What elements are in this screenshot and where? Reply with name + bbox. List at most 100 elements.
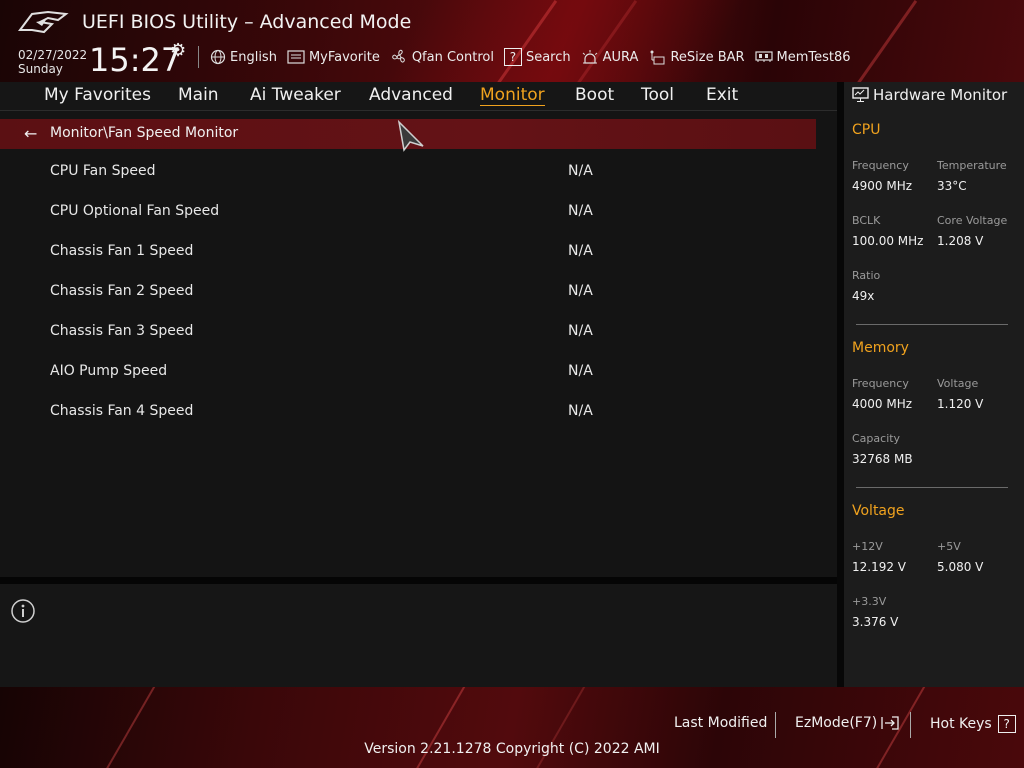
memory-capacity-value: 32768 MB xyxy=(852,452,913,466)
help-panel xyxy=(0,584,837,687)
fan-row-chassis-fan-2[interactable]: Chassis Fan 2 Speed N/A xyxy=(0,271,816,311)
favorite-list-icon xyxy=(287,50,305,64)
voltage-5v-value: 5.080 V xyxy=(937,560,984,574)
monitor-screen-icon xyxy=(852,87,869,102)
cpu-ratio-label: Ratio xyxy=(852,269,881,282)
memtest-button[interactable]: MemTest86 xyxy=(754,49,851,65)
fan-value: N/A xyxy=(568,323,593,339)
last-modified-button[interactable]: Last Modified xyxy=(674,715,767,731)
memory-heading: Memory xyxy=(852,340,909,356)
fan-value: N/A xyxy=(568,243,593,259)
back-arrow-icon[interactable]: ← xyxy=(24,124,37,143)
fan-row-cpu-fan[interactable]: CPU Fan Speed N/A xyxy=(0,151,816,191)
fan-value: N/A xyxy=(568,203,593,219)
qfan-control-button[interactable]: Qfan Control xyxy=(390,48,494,66)
clock-display[interactable]: 15:27 xyxy=(89,40,181,80)
tab-main[interactable]: Main xyxy=(178,85,219,105)
fan-value: N/A xyxy=(568,363,593,379)
cpu-heading: CPU xyxy=(852,122,881,138)
globe-icon xyxy=(210,49,226,65)
tab-monitor[interactable]: Monitor xyxy=(480,85,545,106)
tab-ai-tweaker[interactable]: Ai Tweaker xyxy=(250,85,341,105)
search-label: Search xyxy=(525,49,571,65)
footer-bar: Last Modified EzMode(F7) Hot Keys ? Vers… xyxy=(0,687,1024,768)
aura-label: AURA xyxy=(602,49,639,65)
fan-row-aio-pump[interactable]: AIO Pump Speed N/A xyxy=(0,351,816,391)
cpu-frequency-label: Frequency xyxy=(852,159,909,172)
voltage-5v-label: +5V xyxy=(937,540,961,553)
memory-frequency-label: Frequency xyxy=(852,377,909,390)
fan-value: N/A xyxy=(568,163,593,179)
hot-keys-label: Hot Keys xyxy=(930,716,992,732)
header-bar: UEFI BIOS Utility – Advanced Mode 02/27/… xyxy=(0,0,1024,82)
date-display: 02/27/2022 Sunday xyxy=(18,48,87,76)
fan-name: Chassis Fan 2 Speed xyxy=(50,283,194,299)
language-button[interactable]: English xyxy=(210,49,277,65)
last-modified-label: Last Modified xyxy=(674,715,768,731)
fan-name: AIO Pump Speed xyxy=(50,363,168,379)
resize-bar-button[interactable]: ReSize BAR xyxy=(648,48,745,66)
tab-boot[interactable]: Boot xyxy=(575,85,614,105)
resize-bar-icon xyxy=(650,50,665,65)
memory-frequency-value: 4000 MHz xyxy=(852,397,913,411)
aura-button[interactable]: AURA xyxy=(581,49,639,65)
breadcrumb-label: Monitor\Fan Speed Monitor xyxy=(50,125,239,141)
voltage-33v-label: +3.3V xyxy=(852,595,887,608)
voltage-12v-label: +12V xyxy=(852,540,883,553)
header-decoration xyxy=(485,0,558,82)
fan-name: CPU Optional Fan Speed xyxy=(50,203,220,219)
cpu-temperature-label: Temperature xyxy=(937,159,1007,172)
search-button[interactable]: ? Search xyxy=(503,48,571,66)
memtest-label: MemTest86 xyxy=(776,49,851,65)
fan-row-cpu-optional-fan[interactable]: CPU Optional Fan Speed N/A xyxy=(0,191,816,231)
aura-light-icon xyxy=(582,50,597,64)
tab-advanced[interactable]: Advanced xyxy=(369,85,453,105)
day-text: Sunday xyxy=(18,62,63,76)
exit-to-ezmode-icon xyxy=(881,716,899,730)
footer-separator xyxy=(910,712,911,738)
hw-panel-gap xyxy=(837,82,844,687)
header-decoration xyxy=(845,0,918,82)
myfavorite-button[interactable]: MyFavorite xyxy=(287,50,380,65)
memory-capacity-label: Capacity xyxy=(852,432,901,445)
gear-icon[interactable]: ⚙ xyxy=(170,40,186,61)
main-panel: ← Monitor\Fan Speed Monitor CPU Fan Spee… xyxy=(0,111,837,577)
rog-logo-icon xyxy=(18,10,69,34)
fan-row-chassis-fan-3[interactable]: Chassis Fan 3 Speed N/A xyxy=(0,311,816,351)
fan-row-chassis-fan-4[interactable]: Chassis Fan 4 Speed N/A xyxy=(0,391,816,431)
hw-separator xyxy=(856,487,1008,488)
hot-keys-button[interactable]: Hot Keys ? xyxy=(930,715,1016,733)
language-label: English xyxy=(230,49,277,65)
voltage-33v-value: 3.376 V xyxy=(852,615,899,629)
cpu-bclk-value: 100.00 MHz xyxy=(852,234,924,248)
memory-module-icon xyxy=(754,51,773,62)
fan-icon xyxy=(392,49,405,63)
fan-name: Chassis Fan 1 Speed xyxy=(50,243,194,259)
app-title: UEFI BIOS Utility – Advanced Mode xyxy=(82,11,412,33)
tab-my-favorites[interactable]: My Favorites xyxy=(44,85,151,105)
help-key-icon: ? xyxy=(997,715,1016,733)
version-text: Version 2.21.1278 Copyright (C) 2022 AMI xyxy=(364,741,660,757)
hw-title-text: Hardware Monitor xyxy=(873,86,1008,104)
hw-title: Hardware Monitor xyxy=(852,86,1007,104)
voltage-12v-value: 12.192 V xyxy=(852,560,907,574)
main-nav: My Favorites Main Ai Tweaker Advanced Mo… xyxy=(0,82,837,111)
qfan-label: Qfan Control xyxy=(411,49,494,65)
cpu-temperature-value: 33°C xyxy=(937,179,967,193)
cpu-bclk-label: BCLK xyxy=(852,214,881,227)
fan-value: N/A xyxy=(568,403,593,419)
search-help-icon: ? xyxy=(503,48,522,66)
cpu-core-voltage-label: Core Voltage xyxy=(937,214,1008,227)
header-decoration xyxy=(565,0,638,82)
tab-exit[interactable]: Exit xyxy=(706,85,738,105)
ezmode-button[interactable]: EzMode(F7) xyxy=(795,715,900,731)
cpu-core-voltage-value: 1.208 V xyxy=(937,234,984,248)
tab-tool[interactable]: Tool xyxy=(641,85,674,105)
info-icon xyxy=(11,599,35,623)
date-text: 02/27/2022 xyxy=(18,48,88,62)
fan-row-chassis-fan-1[interactable]: Chassis Fan 1 Speed N/A xyxy=(0,231,816,271)
memory-voltage-value: 1.120 V xyxy=(937,397,984,411)
toolbar-separator xyxy=(198,46,199,68)
fan-name: Chassis Fan 4 Speed xyxy=(50,403,194,419)
myfavorite-label: MyFavorite xyxy=(308,49,380,65)
